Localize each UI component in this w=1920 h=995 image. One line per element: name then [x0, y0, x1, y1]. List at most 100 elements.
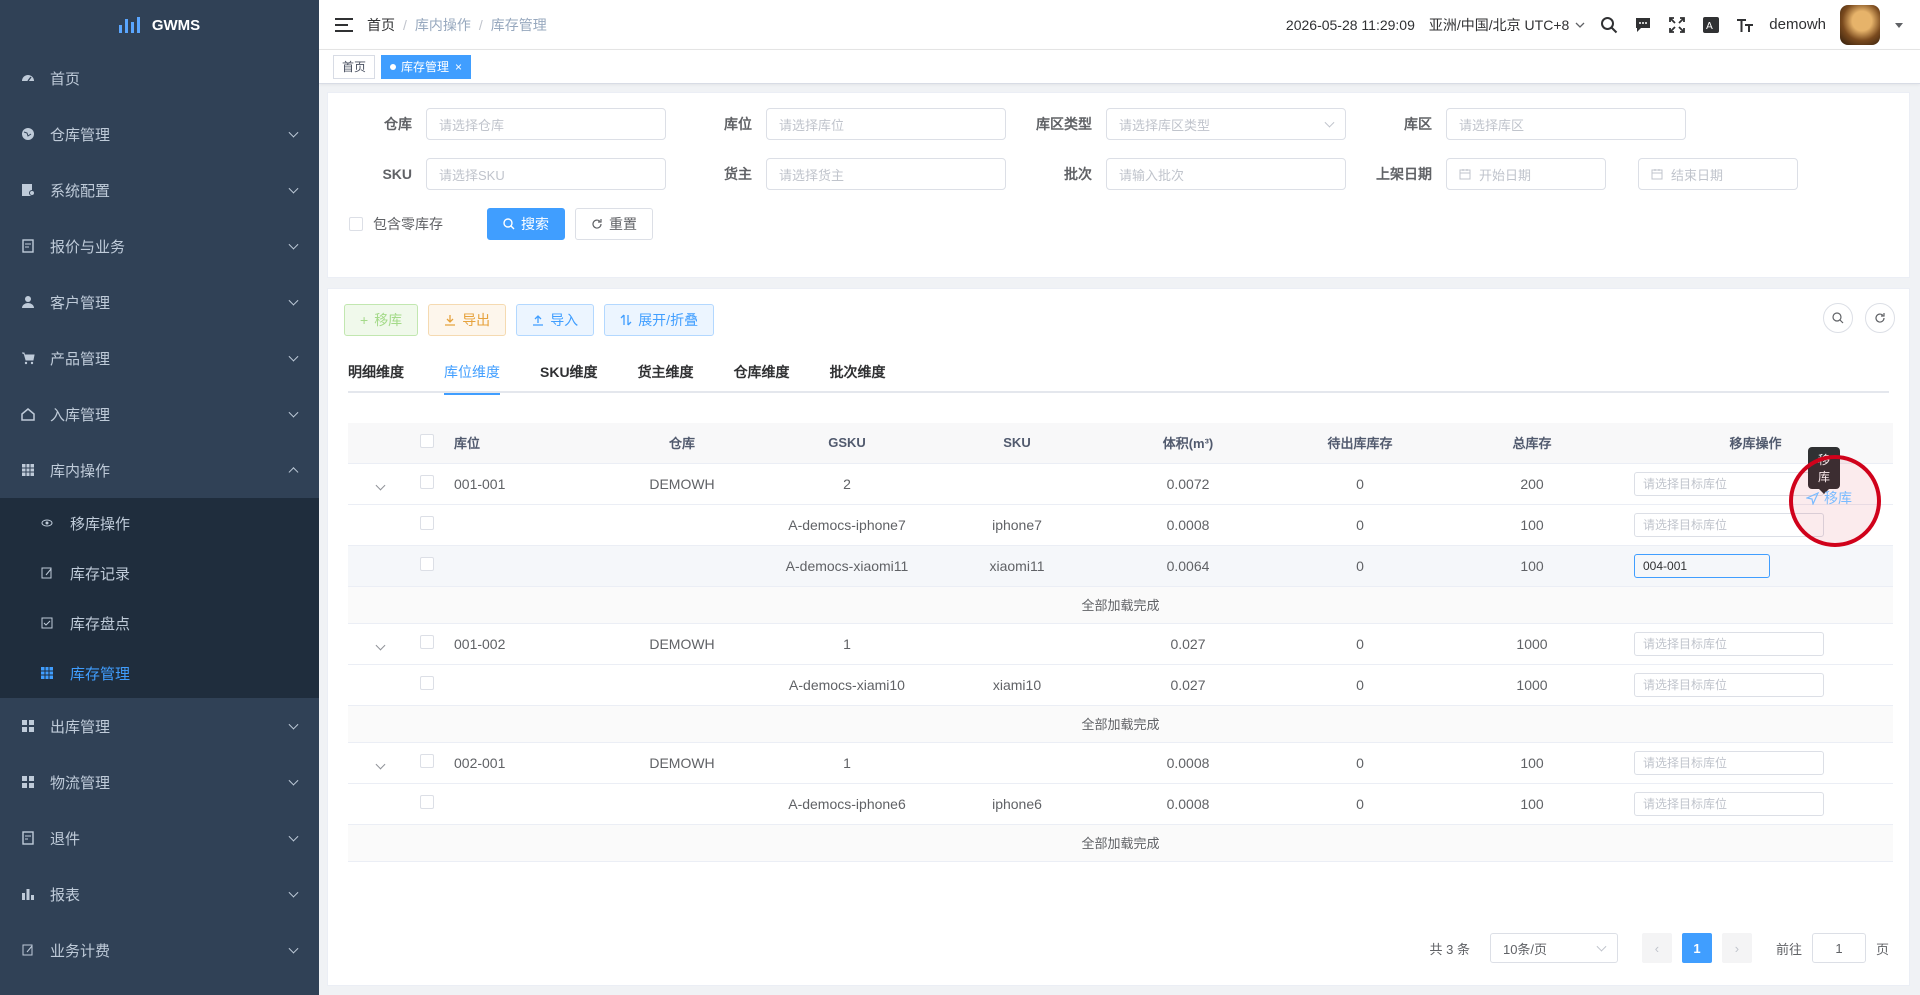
start-date-picker[interactable]: 开始日期	[1446, 158, 1606, 190]
sidebar-item-2[interactable]: 系统配置	[0, 162, 319, 218]
cell-pending: 0	[1274, 623, 1446, 665]
app-logo[interactable]: GWMS	[0, 0, 319, 50]
tag-home[interactable]: 首页	[333, 54, 376, 79]
sidebar-item-4[interactable]: 客户管理	[0, 274, 319, 330]
export-button[interactable]: 导出	[428, 304, 507, 336]
tab-dimension-5[interactable]: 批次维度	[810, 351, 906, 393]
tab-dimension-2[interactable]: SKU维度	[520, 351, 618, 393]
target-location-select[interactable]: 请选择目标库位	[1634, 631, 1824, 656]
row-checkbox[interactable]	[420, 754, 434, 768]
target-location-select[interactable]: 请选择目标库位	[1634, 791, 1824, 816]
sidebar-item-7[interactable]: 库内操作	[0, 442, 319, 498]
search-button[interactable]: 搜索	[487, 208, 565, 240]
sku-select[interactable]: 请选择SKU	[426, 158, 666, 190]
col-pending: 待出库库存	[1274, 423, 1446, 464]
row-checkbox[interactable]	[420, 795, 434, 809]
tab-dimension-0[interactable]: 明细维度	[348, 351, 424, 393]
owner-select[interactable]: 请选择货主	[766, 158, 1006, 190]
sidebar-item-6[interactable]: 入库管理	[0, 386, 319, 442]
goto-page-input[interactable]: 1	[1811, 933, 1866, 963]
col-volume: 体积(m³)	[1102, 423, 1274, 464]
sidebar-subitem-1[interactable]: 库存记录	[0, 548, 319, 598]
target-location-select[interactable]: 请选择目标库位	[1634, 672, 1824, 697]
font-size-icon[interactable]	[1735, 15, 1755, 35]
breadcrumb-inventory-ops[interactable]: 库内操作	[415, 15, 471, 35]
move-button[interactable]: + 移库	[344, 304, 419, 336]
import-button[interactable]: 导入	[516, 304, 595, 336]
target-location-placeholder: 请选择目标库位	[1643, 637, 1728, 651]
cell-sku	[932, 463, 1102, 505]
tab-dimension-4[interactable]: 仓库维度	[714, 351, 810, 393]
close-icon[interactable]: ×	[455, 60, 462, 74]
sidebar-item-after-0[interactable]: 出库管理	[0, 698, 319, 754]
sidebar-subitem-2[interactable]: 库存盘点	[0, 598, 319, 648]
sidebar-item-label: 客户管理	[50, 294, 111, 312]
sidebar-item-after-2[interactable]: 退件	[0, 810, 319, 866]
zone-type-select[interactable]: 请选择库区类型	[1106, 108, 1346, 140]
expand-arrow-icon[interactable]	[375, 759, 385, 769]
end-date-picker[interactable]: 结束日期	[1638, 158, 1798, 190]
row-checkbox[interactable]	[420, 475, 434, 489]
goto-label: 前往	[1775, 941, 1802, 957]
target-location-select[interactable]: 请选择目标库位	[1634, 750, 1824, 775]
cell-sku	[932, 623, 1102, 665]
row-checkbox[interactable]	[420, 676, 434, 690]
row-checkbox[interactable]	[420, 516, 434, 530]
table-row-child: A-democs-xiaomi11 xiaomi11 0.0064 0 100 …	[348, 545, 1893, 587]
page-size-select[interactable]: 10条/页	[1489, 933, 1618, 963]
sidebar-item-5[interactable]: 产品管理	[0, 330, 319, 386]
fullscreen-icon[interactable]	[1667, 15, 1687, 35]
tag-inventory-management[interactable]: 库存管理 ×	[381, 54, 472, 79]
logo-icon	[118, 17, 140, 33]
eye-icon	[40, 516, 54, 530]
sidebar-item-after-1[interactable]: 物流管理	[0, 754, 319, 810]
expand-arrow-icon[interactable]	[375, 480, 385, 490]
apps-icon	[20, 718, 36, 734]
row-checkbox[interactable]	[420, 635, 434, 649]
breadcrumb: 首页 / 库内操作 / 库存管理	[367, 15, 547, 35]
include-zero-checkbox[interactable]	[349, 217, 363, 231]
move-link[interactable]: 移库	[1806, 488, 1852, 508]
sidebar-item-1[interactable]: 仓库管理	[0, 106, 319, 162]
batch-input[interactable]: 请输入批次	[1106, 158, 1346, 190]
sidebar-subitem-0[interactable]: 移库操作	[0, 498, 319, 548]
select-all-checkbox[interactable]	[420, 434, 434, 449]
dimension-tabs: 明细维度 库位维度 SKU维度 货主维度 仓库维度 批次维度	[348, 351, 1889, 395]
sidebar-item-after-4[interactable]: 业务计费	[0, 922, 319, 978]
avatar[interactable]	[1840, 4, 1880, 45]
target-location-select[interactable]: 004-001	[1634, 553, 1770, 578]
message-icon[interactable]	[1633, 15, 1653, 35]
cell-sku: xiaomi11	[932, 545, 1102, 587]
end-date-placeholder: 结束日期	[1671, 167, 1724, 183]
username[interactable]: demowh	[1769, 16, 1826, 33]
sidebar-item-3[interactable]: 报价与业务	[0, 218, 319, 274]
timezone-select[interactable]: 亚洲/中国/北京 UTC+8	[1429, 15, 1585, 35]
next-page-button[interactable]: ›	[1721, 933, 1752, 963]
breadcrumb-home[interactable]: 首页	[367, 15, 395, 35]
toggle-search-button[interactable]	[1823, 303, 1853, 333]
tab-dimension-3[interactable]: 货主维度	[618, 351, 714, 393]
warehouse-select[interactable]: 请选择仓库	[426, 108, 666, 140]
checkbox-icon	[40, 616, 54, 630]
sidebar-item-0[interactable]: 首页	[0, 50, 319, 106]
zone-select[interactable]: 请选择库区	[1446, 108, 1686, 140]
search-icon[interactable]	[1599, 15, 1619, 35]
caret-down-icon[interactable]	[1894, 20, 1904, 30]
tab-dimension-1[interactable]: 库位维度	[424, 351, 520, 395]
translate-icon[interactable]: A	[1701, 15, 1721, 35]
tags-view: 首页 库存管理 ×	[319, 50, 1920, 84]
row-checkbox[interactable]	[420, 557, 434, 571]
page-1-button[interactable]: 1	[1681, 933, 1712, 963]
include-zero-label[interactable]: 包含零库存	[373, 214, 443, 234]
upload-icon	[533, 315, 544, 326]
reset-button[interactable]: 重置	[575, 208, 653, 240]
location-select[interactable]: 请选择库位	[766, 108, 1006, 140]
expand-collapse-button[interactable]: 展开/折叠	[604, 304, 715, 336]
prev-page-button[interactable]: ‹	[1641, 933, 1672, 963]
sidebar-subitem-3[interactable]: 库存管理	[0, 648, 319, 698]
refresh-button[interactable]	[1865, 303, 1895, 333]
all-loaded-text: 全部加载完成	[348, 824, 1893, 862]
hamburger-icon[interactable]	[335, 17, 353, 32]
expand-arrow-icon[interactable]	[375, 640, 385, 650]
sidebar-item-after-3[interactable]: 报表	[0, 866, 319, 922]
